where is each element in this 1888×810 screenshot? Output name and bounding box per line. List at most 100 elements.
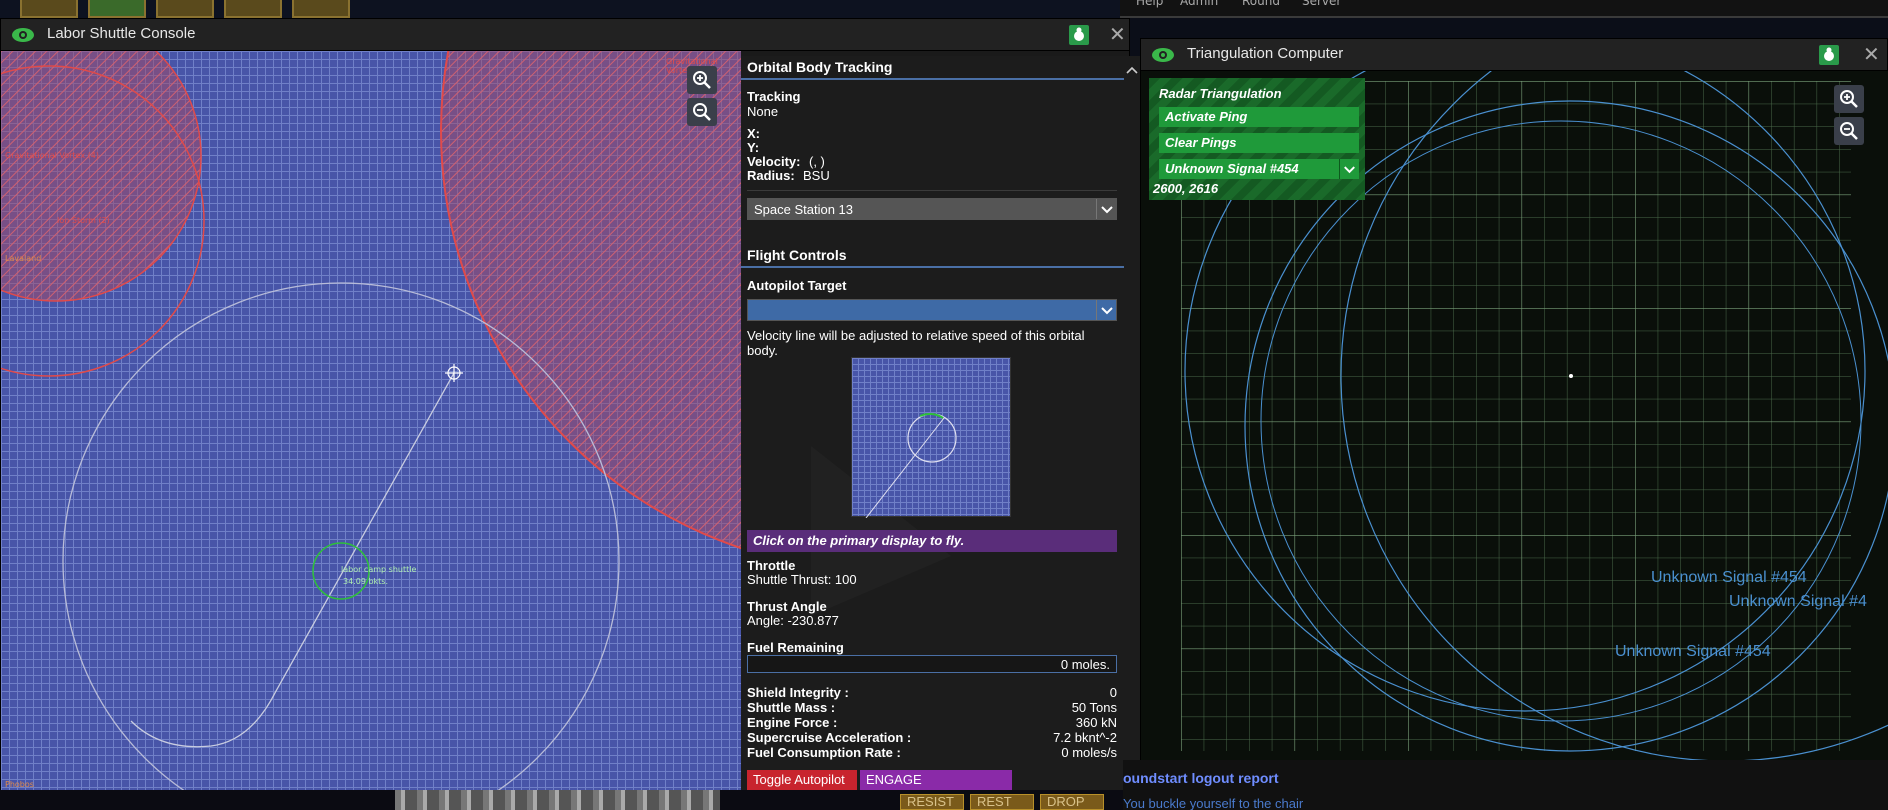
hud-slot[interactable] — [292, 0, 350, 18]
velocity-value: (, ) — [809, 154, 825, 169]
thrust-angle-value[interactable]: Angle: -230.877 — [747, 613, 839, 628]
zoom-in-button[interactable] — [1834, 85, 1864, 113]
eye-icon — [1152, 48, 1174, 62]
y-label: Y: — [747, 140, 760, 155]
autopilot-target-label: Autopilot Target — [747, 278, 847, 293]
chat-link[interactable]: oundstart logout report — [1123, 770, 1279, 786]
stat-row: Fuel Consumption Rate : 0 moles/s — [747, 745, 1117, 760]
divider — [747, 190, 1117, 191]
trajectory-line — [130, 372, 455, 748]
signal-label: Unknown Signal #4 — [1729, 593, 1867, 610]
shuttle-nav-map[interactable]: Gravitational Vortex Gravitational Vorte… — [1, 51, 741, 790]
orbital-body-select[interactable]: Space Station 13 — [747, 198, 1117, 220]
toggle-autopilot-label: Toggle Autopilot — [753, 772, 845, 787]
gravitational-vortex-right — [440, 51, 741, 550]
zoom-out-icon — [1840, 122, 1858, 140]
toggle-autopilot-button[interactable]: Toggle Autopilot — [747, 770, 857, 790]
window-title: Labor Shuttle Console — [47, 25, 196, 42]
crosshair-icon[interactable] — [445, 364, 463, 382]
map-overlay — [1, 51, 741, 790]
coordinates-readout: 2600, 2616 — [1153, 181, 1219, 196]
stat-row: Supercruise Acceleration : 7.2 bknt^-2 — [747, 730, 1117, 745]
chat-log: oundstart logout report You buckle yours… — [1123, 760, 1888, 810]
flight-section-title: Flight Controls — [747, 247, 847, 263]
orbital-section-title: Orbital Body Tracking — [747, 59, 893, 75]
orbital-body-value: Space Station 13 — [754, 202, 854, 217]
bug-report-icon[interactable] — [1069, 25, 1089, 45]
resist-button[interactable]: RESIST — [900, 794, 964, 810]
fuel-progress-bar: 0 moles. — [747, 655, 1117, 673]
close-icon[interactable]: ✕ — [1109, 22, 1126, 46]
resist-label: RESIST — [907, 794, 954, 809]
signal-select[interactable]: Unknown Signal #454 — [1159, 159, 1359, 179]
stat-label: Shield Integrity : — [747, 685, 849, 700]
stat-value: 360 kN — [1075, 715, 1117, 730]
phobos-label: Phobos — [5, 780, 34, 789]
chevron-down-icon — [1339, 159, 1355, 179]
rest-button[interactable]: REST — [970, 794, 1034, 810]
radius-value: BSU — [803, 168, 830, 183]
throttle-label: Throttle — [747, 558, 796, 573]
ion-storm-label: Ion Storm (2) — [57, 216, 110, 225]
velocity-note-cont: body. — [747, 343, 778, 358]
engage-interdictor-label: ENGAGE INTERDICTOR — [866, 772, 955, 790]
throttle-value[interactable]: Shuttle Thrust: 100 — [747, 572, 857, 587]
radar-center-dot — [1569, 374, 1573, 378]
chevron-up-icon[interactable] — [1124, 62, 1140, 78]
zoom-out-icon — [693, 103, 711, 121]
lavaland-label: Lavaland — [5, 254, 42, 263]
close-icon[interactable]: ✕ — [1863, 42, 1880, 66]
stat-label: Supercruise Acceleration : — [747, 730, 912, 745]
hud-slot[interactable] — [224, 0, 282, 18]
menu-server[interactable]: Server — [1302, 0, 1341, 8]
menu-admin[interactable]: Admin — [1180, 0, 1218, 8]
drop-button[interactable]: DROP — [1040, 794, 1104, 810]
hud-slot-active[interactable] — [88, 0, 146, 18]
hud-slot[interactable] — [156, 0, 214, 18]
panel-scrollbar[interactable] — [1124, 56, 1140, 790]
menu-help[interactable]: Help — [1136, 0, 1163, 8]
thrust-angle-label: Thrust Angle — [747, 599, 827, 614]
shuttle-side-panel: Orbital Body Tracking Tracking None X: Y… — [741, 56, 1124, 790]
rest-label: REST — [977, 794, 1012, 809]
stat-value: 0 — [1109, 685, 1117, 700]
stat-row: Shuttle Mass : 50 Tons — [747, 700, 1117, 715]
preview-map — [851, 357, 1011, 519]
stat-row: Engine Force : 360 kN — [747, 715, 1117, 730]
menubar: Help Admin Round Server — [1120, 0, 1888, 18]
zoom-in-icon — [693, 71, 711, 89]
velocity-label: Velocity: — [747, 154, 801, 169]
zoom-in-icon — [1840, 90, 1858, 108]
tracking-label: Tracking — [747, 89, 801, 104]
vortex-label: Gravitational Vortex (4) — [5, 151, 99, 160]
section-divider — [741, 266, 1124, 268]
section-divider — [741, 78, 1124, 80]
shuttle-titlebar[interactable]: Labor Shuttle Console ✕ — [1, 19, 1129, 51]
activate-ping-label: Activate Ping — [1165, 109, 1248, 124]
triangulation-titlebar[interactable]: Triangulation Computer ✕ — [1141, 39, 1887, 71]
autopilot-target-select[interactable] — [747, 299, 1117, 321]
velocity-note: Velocity line will be adjusted to relati… — [747, 328, 1085, 343]
chevron-down-icon — [1096, 300, 1116, 320]
clear-pings-button[interactable]: Clear Pings — [1159, 133, 1359, 153]
signal-label: Unknown Signal #454 — [1651, 569, 1807, 586]
shuttle-name-label: labor camp shuttle — [341, 565, 417, 574]
clear-pings-label: Clear Pings — [1165, 135, 1237, 150]
bug-report-icon[interactable] — [1819, 45, 1839, 65]
fuel-label: Fuel Remaining — [747, 640, 844, 655]
gravitational-vortex-left — [1, 51, 202, 302]
radar-control-box: Radar Triangulation Activate Ping Clear … — [1149, 78, 1365, 200]
stat-value: 50 Tons — [1071, 700, 1117, 715]
menu-round[interactable]: Round — [1242, 0, 1280, 8]
engage-interdictor-button[interactable]: ENGAGE INTERDICTOR — [860, 770, 1012, 790]
activate-ping-button[interactable]: Activate Ping — [1159, 107, 1359, 127]
zoom-out-button[interactable] — [687, 98, 717, 126]
stat-label: Shuttle Mass : — [747, 700, 836, 715]
screen: Help Admin Round Server Labor Shuttle Co… — [0, 0, 1888, 810]
hud-slot[interactable] — [20, 0, 78, 18]
zoom-in-button[interactable] — [687, 66, 717, 94]
signal-select-value: Unknown Signal #454 — [1165, 161, 1299, 176]
tracking-value: None — [747, 104, 779, 119]
zoom-out-button[interactable] — [1834, 117, 1864, 145]
fly-notice-text: Click on the primary display to fly. — [753, 533, 965, 548]
